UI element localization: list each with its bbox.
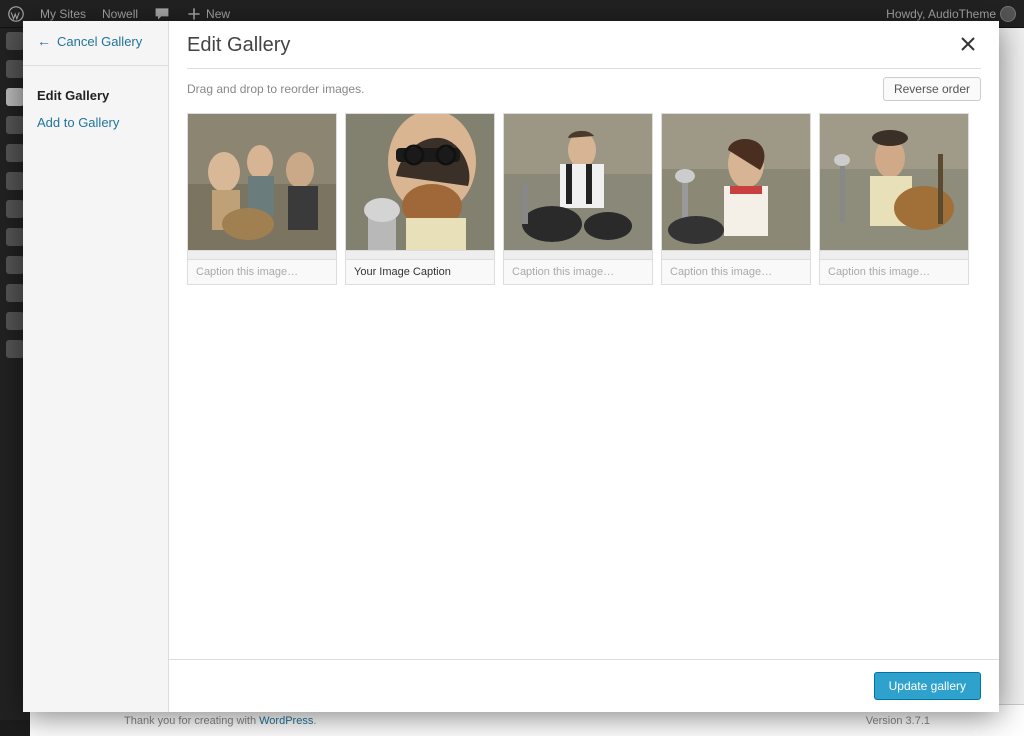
site-name-menu[interactable]: Nowell xyxy=(102,7,138,21)
arrow-left-icon: ← xyxy=(37,33,51,49)
my-sites-menu[interactable]: My Sites xyxy=(40,7,86,21)
sidebar-item-edit-gallery[interactable]: Edit Gallery xyxy=(37,82,154,109)
sidebar-item-add-to-gallery[interactable]: Add to Gallery xyxy=(37,109,154,136)
wordpress-link[interactable]: WordPress xyxy=(259,715,313,727)
menu-icon-pages[interactable] xyxy=(6,144,24,162)
menu-icon-collapse[interactable] xyxy=(6,340,24,358)
caption-input[interactable] xyxy=(504,260,652,284)
howdy-text: Howdy, AudioTheme xyxy=(886,7,996,21)
menu-icon-settings[interactable] xyxy=(6,312,24,330)
caption-input[interactable] xyxy=(820,260,968,284)
gallery-thumbnails-area xyxy=(169,109,999,659)
wp-version: Version 3.7.1 xyxy=(866,715,930,727)
menu-icon-comments[interactable] xyxy=(6,172,24,190)
plus-icon xyxy=(186,6,202,22)
gallery-thumb[interactable] xyxy=(345,113,495,285)
comment-icon xyxy=(154,6,170,22)
gallery-toolbar: Drag and drop to reorder images. Reverse… xyxy=(169,69,999,109)
thumb-image xyxy=(346,114,494,250)
footer-thanks: Thank you for creating with WordPress. xyxy=(124,715,316,727)
wordpress-icon xyxy=(8,6,24,22)
menu-icon-plugins[interactable] xyxy=(6,228,24,246)
thumb-handle[interactable] xyxy=(188,250,336,260)
reverse-order-button[interactable]: Reverse order xyxy=(883,77,981,101)
close-button[interactable] xyxy=(955,33,981,58)
thumb-handle[interactable] xyxy=(346,250,494,260)
media-modal-sidebar: ← Cancel Gallery Edit Gallery Add to Gal… xyxy=(23,21,169,712)
caption-input[interactable] xyxy=(346,260,494,284)
new-content-menu[interactable]: New xyxy=(186,6,230,22)
gallery-thumb[interactable] xyxy=(819,113,969,285)
caption-input[interactable] xyxy=(662,260,810,284)
thumb-image xyxy=(188,114,336,250)
cancel-gallery-link[interactable]: ← Cancel Gallery xyxy=(37,33,154,49)
modal-footer: Update gallery xyxy=(169,659,999,712)
close-icon xyxy=(961,37,975,51)
menu-icon-posts[interactable] xyxy=(6,88,24,106)
gallery-thumb[interactable] xyxy=(187,113,337,285)
menu-icon-appearance[interactable] xyxy=(6,200,24,218)
update-gallery-button[interactable]: Update gallery xyxy=(874,672,981,700)
thumb-handle[interactable] xyxy=(504,250,652,260)
thumb-image xyxy=(504,114,652,250)
thumb-handle[interactable] xyxy=(820,250,968,260)
menu-icon-media[interactable] xyxy=(6,116,24,134)
thumb-image xyxy=(820,114,968,250)
thumb-image xyxy=(662,114,810,250)
menu-icon-updates[interactable] xyxy=(6,60,24,78)
wp-logo[interactable] xyxy=(8,6,24,22)
drag-instruction: Drag and drop to reorder images. xyxy=(187,82,364,96)
comments-menu[interactable] xyxy=(154,6,170,22)
menu-icon-dashboard[interactable] xyxy=(6,32,24,50)
my-account-menu[interactable]: Howdy, AudioTheme xyxy=(886,6,1016,22)
modal-title: Edit Gallery xyxy=(187,34,290,57)
media-modal-main: Edit Gallery Drag and drop to reorder im… xyxy=(169,21,999,712)
avatar xyxy=(1000,6,1016,22)
media-modal: ← Cancel Gallery Edit Gallery Add to Gal… xyxy=(23,21,999,712)
menu-icon-users[interactable] xyxy=(6,256,24,274)
caption-input[interactable] xyxy=(188,260,336,284)
gallery-thumb[interactable] xyxy=(503,113,653,285)
thumb-handle[interactable] xyxy=(662,250,810,260)
menu-icon-tools[interactable] xyxy=(6,284,24,302)
gallery-thumb[interactable] xyxy=(661,113,811,285)
